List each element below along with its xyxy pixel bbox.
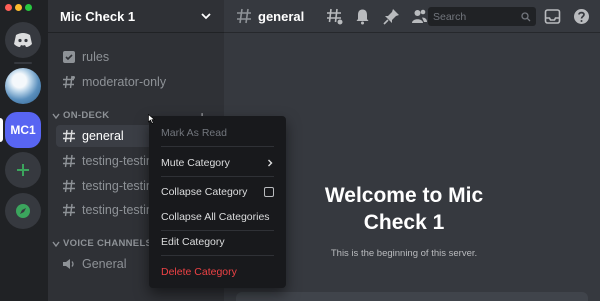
channel-title: general — [258, 8, 305, 24]
mouse-cursor-icon — [148, 114, 156, 124]
rail-divider — [14, 62, 32, 64]
window-controls — [5, 4, 32, 11]
menu-item-collapse-all-categories[interactable]: Collapse All Categories — [157, 207, 278, 227]
pin-icon[interactable] — [383, 8, 400, 25]
menu-item-label: Collapse All Categories — [161, 211, 270, 223]
chevron-right-icon — [268, 159, 273, 167]
menu-divider — [161, 176, 274, 177]
menu-item-delete-category[interactable]: Delete Category — [157, 262, 278, 282]
server-icon-water[interactable] — [5, 68, 41, 104]
hash-icon — [237, 8, 251, 24]
compass-icon — [16, 204, 30, 218]
channel-item-rules[interactable]: rules — [56, 46, 216, 68]
threads-icon[interactable] — [326, 8, 343, 25]
inbox-icon[interactable] — [544, 8, 561, 25]
menu-item-edit-category[interactable]: Edit Category — [157, 232, 278, 252]
add-server-button[interactable] — [5, 152, 41, 188]
channel-label: rules — [82, 50, 110, 64]
hash-icon — [63, 129, 75, 143]
channel-label: moderator-only — [82, 75, 167, 89]
menu-item-mute-category[interactable]: Mute Category — [157, 153, 278, 173]
welcome-title: Welcome to Mic Check 1 — [324, 184, 484, 234]
menu-item-label: Mute Category — [161, 157, 230, 169]
server-icon-mic-check[interactable]: MC1 — [5, 112, 41, 148]
welcome-subtitle: This is the beginning of this server. — [330, 248, 478, 259]
menu-divider — [161, 146, 274, 147]
caret-down-icon — [52, 241, 60, 247]
menu-item-collapse-category[interactable]: Collapse Category — [157, 182, 278, 202]
help-icon[interactable] — [573, 8, 590, 25]
caret-down-icon — [52, 113, 60, 119]
members-icon[interactable] — [411, 8, 428, 25]
search-placeholder: Search — [433, 10, 467, 23]
selected-server-indicator — [0, 118, 3, 142]
message-composer[interactable] — [236, 292, 588, 301]
server-rail: MC1 — [0, 0, 48, 301]
category-on-deck[interactable]: ON-DECK — [52, 110, 109, 121]
menu-divider — [161, 230, 274, 231]
collapse-checkbox[interactable] — [264, 187, 274, 197]
menu-item-label: Collapse Category — [161, 186, 248, 198]
minimize-window-button[interactable] — [15, 4, 22, 11]
menu-item-label: Delete Category — [161, 266, 237, 278]
server-name: Mic Check 1 — [60, 8, 136, 24]
category-label: VOICE CHANNELS — [63, 238, 153, 249]
hash-icon — [63, 179, 75, 193]
speaker-icon — [63, 259, 74, 269]
menu-item-mark-as-read[interactable]: Mark As Read — [157, 123, 278, 143]
rules-icon — [63, 51, 75, 63]
category-context-menu: Mark As Read Mute Category Collapse Cate… — [149, 116, 286, 288]
menu-item-label: Mark As Read — [161, 127, 227, 139]
hash-lock-icon — [63, 75, 75, 89]
channel-label: general — [82, 129, 124, 143]
discord-window: MC1 Mic Check 1 rules moderator-only ON-… — [0, 0, 600, 301]
zoom-window-button[interactable] — [25, 4, 32, 11]
channel-item-moderator-only[interactable]: moderator-only — [56, 71, 216, 93]
hash-icon — [63, 203, 75, 217]
bell-icon[interactable] — [354, 8, 371, 25]
search-icon — [521, 11, 531, 21]
channel-label: General — [82, 257, 127, 271]
server-header[interactable]: Mic Check 1 — [48, 0, 224, 33]
plus-icon — [17, 164, 29, 176]
chevron-down-icon — [201, 13, 211, 20]
explore-servers-button[interactable] — [5, 193, 41, 229]
category-label: ON-DECK — [63, 110, 110, 121]
category-voice-channels[interactable]: VOICE CHANNELS — [52, 238, 152, 249]
search-input[interactable]: Search — [428, 7, 536, 26]
home-button[interactable] — [5, 22, 41, 58]
server-badge-label: MC1 — [10, 123, 36, 137]
close-window-button[interactable] — [5, 4, 12, 11]
hash-icon — [63, 154, 75, 168]
discord-logo-icon — [14, 33, 32, 47]
menu-divider — [161, 255, 274, 256]
menu-item-label: Edit Category — [161, 236, 225, 248]
